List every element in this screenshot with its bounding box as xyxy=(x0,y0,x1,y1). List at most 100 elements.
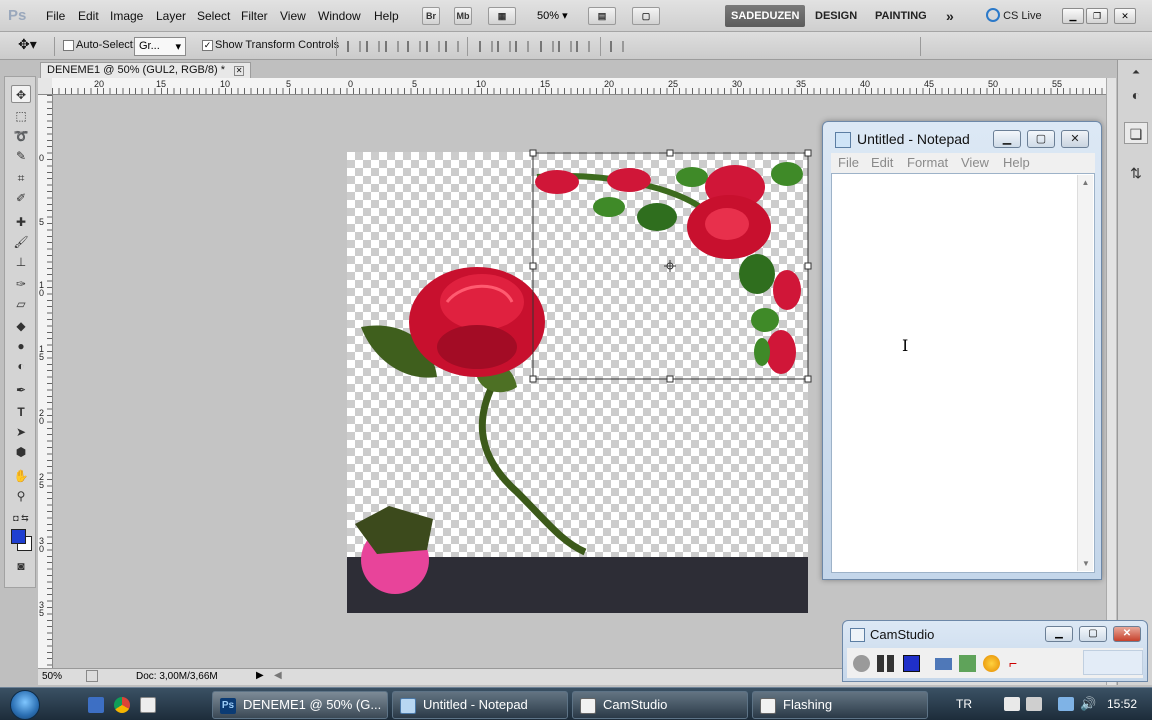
transform-handle[interactable] xyxy=(529,375,537,383)
transform-handle[interactable] xyxy=(529,262,537,270)
show-desktop-icon[interactable] xyxy=(88,697,104,713)
layers-panel-icon[interactable]: ❏ xyxy=(1124,122,1148,144)
move-tool-icon[interactable]: ✥▾ xyxy=(18,36,37,53)
horizontal-ruler[interactable]: 20 15 10 5 0 5 10 15 20 25 30 35 40 45 5… xyxy=(52,78,1106,95)
ps-minimize-button[interactable]: ▁ xyxy=(1062,8,1084,24)
menu-window[interactable]: Window xyxy=(318,9,361,23)
menu-select[interactable]: Select xyxy=(197,9,230,23)
notepad-close-button[interactable]: ✕ xyxy=(1061,130,1089,148)
pause-icon[interactable] xyxy=(877,655,894,672)
taskbar-notepad[interactable]: Untitled - Notepad xyxy=(392,691,568,719)
volume-icon[interactable]: 🔊 xyxy=(1080,697,1096,711)
align-left-icon[interactable] xyxy=(407,41,421,52)
align-vcenter-icon[interactable] xyxy=(366,41,380,52)
arrange-documents-button[interactable]: ▤ xyxy=(588,7,616,25)
crop-tool-icon[interactable]: ⌗ xyxy=(11,169,31,187)
notepad-maximize-button[interactable]: ▢ xyxy=(1027,130,1055,148)
cs-live-button[interactable]: CS Live xyxy=(980,5,1048,27)
notepad-menu-view[interactable]: View xyxy=(961,155,989,170)
camstudio-maximize-button[interactable]: ▢ xyxy=(1079,626,1107,642)
camstudio-minimize-button[interactable]: ▁ xyxy=(1045,626,1073,642)
tray-window-icon[interactable] xyxy=(1004,697,1020,711)
eraser-tool-icon[interactable]: ▱ xyxy=(11,295,31,313)
chrome-icon[interactable] xyxy=(114,697,130,713)
notepad-window[interactable]: Untitled - Notepad ▁ ▢ ✕ File Edit Forma… xyxy=(822,121,1102,580)
pen-tool-icon[interactable]: ✒ xyxy=(11,381,31,399)
settings-icon[interactable] xyxy=(983,655,1000,672)
transform-handle[interactable] xyxy=(529,149,537,157)
paint-bucket-tool-icon[interactable]: ◆ xyxy=(11,317,31,335)
transform-handle[interactable] xyxy=(804,149,812,157)
language-indicator[interactable]: TR xyxy=(956,697,972,711)
auto-select-checkbox[interactable] xyxy=(63,40,74,51)
distribute-hcenter-icon[interactable] xyxy=(558,41,572,52)
status-icon[interactable] xyxy=(86,670,98,682)
align-top-icon[interactable] xyxy=(347,41,361,52)
keyboard-icon[interactable] xyxy=(1026,697,1042,711)
hand-tool-icon[interactable]: ✋ xyxy=(11,467,31,485)
close-icon[interactable]: ✕ xyxy=(234,66,245,76)
notepad-text-area[interactable]: I ▲ ▼ xyxy=(831,173,1095,573)
window-icon[interactable] xyxy=(140,697,156,713)
zoom-tool-icon[interactable]: ⚲ xyxy=(11,487,31,505)
more-workspaces-button[interactable]: » xyxy=(940,5,960,27)
transform-bounding-box[interactable] xyxy=(528,148,814,384)
ps-close-button[interactable]: ✕ xyxy=(1114,8,1136,24)
menu-edit[interactable]: Edit xyxy=(78,9,99,23)
taskbar-camstudio[interactable]: CamStudio xyxy=(572,691,748,719)
quick-mask-icon[interactable]: ◙ xyxy=(11,557,31,575)
screen-mode-button[interactable]: ▢ xyxy=(632,7,660,25)
type-tool-icon[interactable]: T xyxy=(11,403,31,421)
eyedropper-tool-icon[interactable]: ✐ xyxy=(11,189,31,207)
quick-selection-tool-icon[interactable]: ✎ xyxy=(11,147,31,165)
notepad-menu-help[interactable]: Help xyxy=(1003,155,1030,170)
record-icon[interactable] xyxy=(853,655,870,672)
ps-restore-button[interactable]: ❐ xyxy=(1086,8,1108,24)
menu-view[interactable]: View xyxy=(280,9,306,23)
workspace-design[interactable]: DESIGN xyxy=(809,5,863,27)
dodge-tool-icon[interactable]: ◐ xyxy=(11,357,31,375)
distribute-bottom-icon[interactable] xyxy=(515,41,529,52)
notepad-menu-file[interactable]: File xyxy=(838,155,859,170)
menu-image[interactable]: Image xyxy=(110,9,143,23)
shape-tool-icon[interactable]: ⬢ xyxy=(11,443,31,461)
transform-handle[interactable] xyxy=(666,375,674,383)
workspace-painting[interactable]: PAINTING xyxy=(869,5,933,27)
path-selection-tool-icon[interactable]: ➤ xyxy=(11,423,31,441)
menu-help[interactable]: Help xyxy=(374,9,399,23)
marquee-tool-icon[interactable]: ⬚ xyxy=(11,107,31,125)
menu-layer[interactable]: Layer xyxy=(156,9,186,23)
show-transform-checkbox[interactable]: ✓ xyxy=(202,40,213,51)
healing-brush-tool-icon[interactable]: ✚ xyxy=(11,213,31,231)
menu-filter[interactable]: Filter xyxy=(241,9,268,23)
auto-align-layers-icon[interactable] xyxy=(610,41,624,52)
scroll-left-icon[interactable]: ◀ xyxy=(274,670,282,681)
distribute-left-icon[interactable] xyxy=(540,41,554,52)
bridge-button[interactable]: Br xyxy=(422,7,440,25)
align-right-icon[interactable] xyxy=(445,41,459,52)
distribute-vcenter-icon[interactable] xyxy=(497,41,511,52)
taskbar-flashing[interactable]: Flashing xyxy=(752,691,928,719)
camstudio-close-button[interactable]: ✕ xyxy=(1113,626,1141,642)
menu-file[interactable]: File xyxy=(46,9,65,23)
history-brush-tool-icon[interactable]: ✑ xyxy=(11,275,31,293)
reference-point-icon[interactable] xyxy=(664,260,676,272)
default-colors-icon[interactable]: ◘ ⇆ xyxy=(11,509,31,527)
zoom-level[interactable]: 50% ▾ xyxy=(537,9,568,22)
brush-tool-icon[interactable]: 🖌 xyxy=(11,233,31,251)
clock[interactable]: 15:52 xyxy=(1107,697,1137,711)
channels-panel-icon[interactable]: ⇅ xyxy=(1124,162,1148,184)
status-arrow-icon[interactable]: ▶ xyxy=(256,670,264,681)
options-icon[interactable] xyxy=(959,655,976,672)
distribute-top-icon[interactable] xyxy=(479,41,493,52)
network-icon[interactable] xyxy=(1058,697,1074,711)
status-zoom[interactable]: 50% xyxy=(42,671,62,682)
auto-select-dropdown[interactable]: Gr... ▾ xyxy=(134,37,186,56)
workspace-sadeduzen[interactable]: SADEDUZEN xyxy=(725,5,806,27)
start-button[interactable] xyxy=(10,690,40,720)
clone-stamp-tool-icon[interactable]: ⊥ xyxy=(11,253,31,271)
collapse-panels-icon[interactable]: ⏶ xyxy=(1124,62,1148,84)
navigator-panel-icon[interactable]: ◐ xyxy=(1124,84,1148,106)
view-extras-button[interactable]: ▦ xyxy=(488,7,516,25)
taskbar-photoshop[interactable]: Ps DENEME1 @ 50% (G... xyxy=(212,691,388,719)
